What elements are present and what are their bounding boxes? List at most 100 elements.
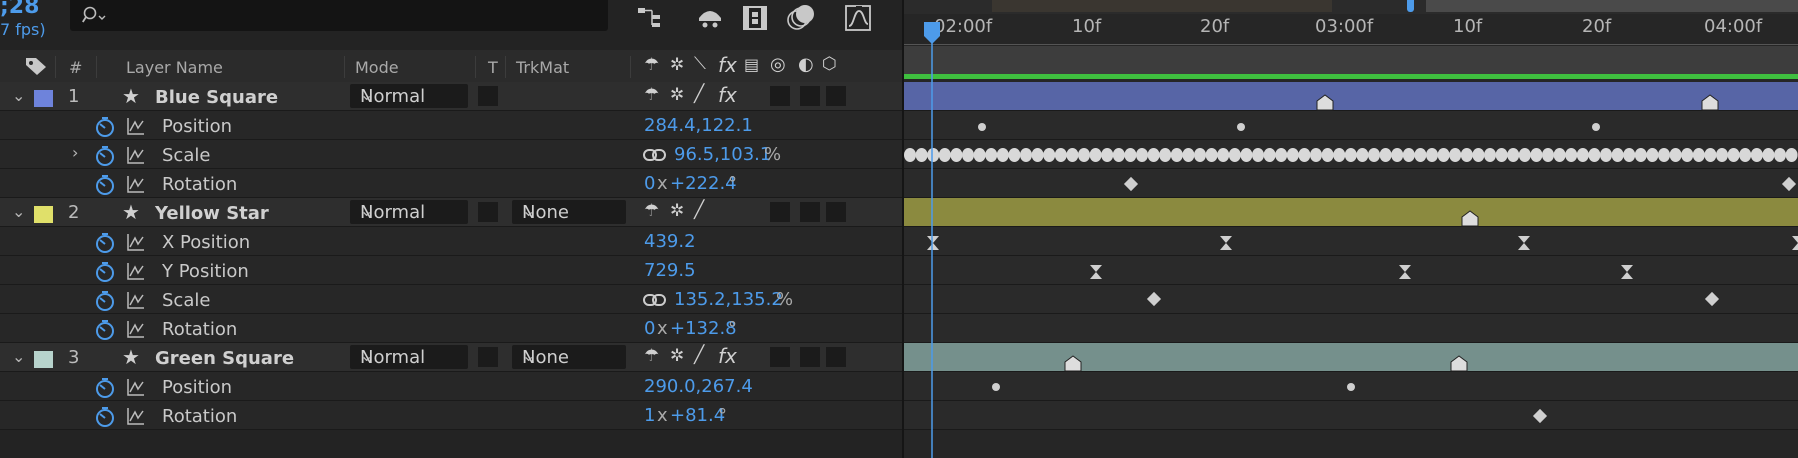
keyframe-dot[interactable] <box>1147 148 1160 162</box>
collapse-switch-icon[interactable]: ✲ <box>670 85 684 105</box>
keyframe-dot[interactable] <box>1739 148 1752 162</box>
keyframe-dot[interactable] <box>1321 148 1334 162</box>
frame-blending-icon[interactable] <box>742 5 768 31</box>
rotation-degrees[interactable]: +222.4 <box>670 173 737 194</box>
keyframe-dot[interactable] <box>1716 148 1728 162</box>
keyframe-dot[interactable] <box>1368 148 1380 162</box>
keyframe-dot[interactable] <box>1507 148 1520 162</box>
stopwatch-icon[interactable] <box>94 406 116 428</box>
quality-switch-icon[interactable]: ╱ <box>694 84 704 104</box>
layer-name[interactable]: Green Square <box>155 348 294 369</box>
label-tag-icon[interactable] <box>24 55 48 77</box>
keyframe-dot[interactable] <box>1542 148 1554 162</box>
keyframe-dot[interactable] <box>1333 148 1346 162</box>
collapse-switch-icon[interactable]: ✲ <box>670 346 684 366</box>
adjustment-layer-switch-icon[interactable]: ◐ <box>798 54 814 75</box>
property-row-rotation[interactable]: Rotation 1 x +81.4 ° <box>0 401 902 430</box>
quality-switch-icon[interactable]: ╱ <box>694 200 704 220</box>
keyframe-dot[interactable] <box>1391 148 1404 162</box>
layer-name[interactable]: Yellow Star <box>155 203 269 224</box>
graph-icon[interactable] <box>126 145 146 165</box>
keyframe-dot[interactable] <box>1646 148 1659 162</box>
keyframe-dot[interactable] <box>1437 148 1450 162</box>
timeline-panel[interactable]: 02:00f 10f 20f 03:00f 10f 20f 04:00f <box>904 0 1798 458</box>
column-trkmat[interactable]: TrkMat <box>516 58 569 77</box>
graph-icon[interactable] <box>126 116 146 136</box>
effects-switch-icon[interactable]: fx <box>718 344 737 368</box>
frame-blend-toggle[interactable] <box>770 347 790 367</box>
layer-name[interactable]: Blue Square <box>155 87 278 108</box>
keyframe-dot[interactable] <box>1704 148 1717 162</box>
comp-flowchart-icon[interactable] <box>636 6 664 30</box>
shy-layers-icon[interactable] <box>696 6 724 30</box>
preserve-transparency-toggle[interactable] <box>478 347 498 367</box>
keyframe-dot[interactable] <box>938 148 951 162</box>
keyframe-dot[interactable] <box>1681 148 1694 162</box>
column-mode[interactable]: Mode <box>355 58 399 77</box>
keyframe-dot[interactable] <box>1194 148 1206 162</box>
keyframe-dot[interactable] <box>1252 148 1264 162</box>
column-t[interactable]: T <box>488 58 498 77</box>
keyframe-dot[interactable] <box>1089 148 1102 162</box>
property-row-x-position[interactable]: X Position 439.2 <box>0 227 902 256</box>
twirl-open-icon[interactable]: ⌄ <box>12 202 25 221</box>
keyframe-dot[interactable] <box>1112 148 1125 162</box>
stopwatch-icon[interactable] <box>94 116 116 138</box>
keyframes-layer[interactable] <box>904 0 1798 458</box>
keyframe-dot[interactable] <box>1611 148 1624 162</box>
keyframe-dot[interactable] <box>1136 148 1148 162</box>
keyframe-dot[interactable] <box>1692 148 1705 162</box>
graph-icon[interactable] <box>126 261 146 281</box>
keyframe-dot[interactable] <box>1078 148 1090 162</box>
keyframe-dot[interactable] <box>1449 148 1462 162</box>
track-matte-select[interactable]: None ⌄ <box>512 200 626 224</box>
keyframe-dot[interactable] <box>1530 148 1543 162</box>
keyframe-dot[interactable] <box>1402 148 1415 162</box>
3d-layer-switch-icon[interactable]: ⬡ <box>822 54 837 74</box>
motion-blur-toggle[interactable] <box>800 347 820 367</box>
effects-switch-icon[interactable]: fx <box>718 83 737 107</box>
twirl-open-icon[interactable]: ⌄ <box>12 347 25 366</box>
frame-blend-switch-icon[interactable]: ▤ <box>744 55 759 74</box>
keyframe-dot[interactable] <box>1495 148 1508 162</box>
motion-blur-toggle[interactable] <box>800 202 820 222</box>
keyframe-dot[interactable] <box>1426 148 1438 162</box>
shy-switch-icon[interactable]: ☂ <box>644 201 659 221</box>
stopwatch-icon[interactable] <box>94 174 116 196</box>
link-constrain-icon[interactable] <box>643 148 667 162</box>
graph-icon[interactable] <box>126 406 146 426</box>
property-row-position[interactable]: Position 284.4,122.1 <box>0 111 902 140</box>
keyframe-dot[interactable] <box>1240 148 1253 162</box>
graph-icon[interactable] <box>126 377 146 397</box>
keyframe-dot[interactable] <box>1159 148 1172 162</box>
stopwatch-icon[interactable] <box>94 319 116 341</box>
keyframe-dot[interactable] <box>1785 148 1798 162</box>
keyframe-dot[interactable] <box>985 148 998 162</box>
keyframe-dot[interactable] <box>1031 148 1044 162</box>
keyframe-dot[interactable] <box>1205 148 1218 162</box>
layer-label-color[interactable] <box>34 206 53 223</box>
collapse-switch-icon[interactable]: ✲ <box>670 201 684 221</box>
effects-switch-icon[interactable]: fx <box>718 53 737 77</box>
property-value[interactable]: 729.5 <box>644 260 696 281</box>
keyframe-dot[interactable] <box>1658 148 1670 162</box>
keyframe-dot[interactable] <box>1054 148 1067 162</box>
shy-switch-icon[interactable]: ☂ <box>644 55 659 75</box>
quality-switch-icon[interactable]: ⟍ <box>694 54 706 74</box>
property-value[interactable]: 284.4,122.1 <box>644 115 753 136</box>
property-row-scale[interactable]: Scale 135.2,135.2 % <box>0 285 902 314</box>
adjustment-toggle[interactable] <box>826 202 846 222</box>
keyframe-dot[interactable] <box>1344 148 1357 162</box>
keyframe-dot[interactable] <box>1008 148 1021 162</box>
keyframe-dot[interactable] <box>1286 148 1299 162</box>
keyframe-dot[interactable] <box>1669 148 1682 162</box>
keyframe-dot[interactable] <box>950 148 963 162</box>
keyframe-dot[interactable] <box>1774 148 1786 162</box>
shy-switch-icon[interactable]: ☂ <box>644 346 659 366</box>
blend-mode-select[interactable]: Normal ⌄ <box>350 200 468 224</box>
keyframe-dot[interactable] <box>1263 148 1276 162</box>
layer-row-green-square[interactable]: ⌄ 3 ★ Green Square Normal ⌄ None ⌄ ☂ ✲ ╱ f… <box>0 343 902 372</box>
keyframe-dot[interactable] <box>1043 148 1056 162</box>
keyframe-dot[interactable] <box>1460 148 1473 162</box>
current-time[interactable]: ;28 <box>0 0 39 19</box>
